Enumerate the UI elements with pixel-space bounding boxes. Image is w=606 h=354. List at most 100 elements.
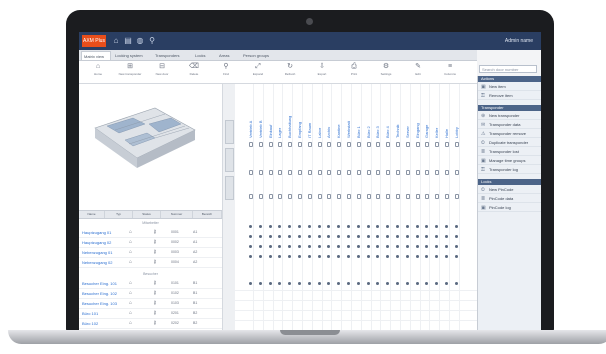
access-dot[interactable] — [347, 245, 350, 248]
access-dot[interactable] — [327, 255, 331, 258]
access-dot[interactable] — [415, 245, 419, 248]
access-dot[interactable] — [298, 225, 301, 228]
access-dot[interactable] — [396, 282, 399, 285]
access-dot[interactable] — [317, 225, 321, 228]
vertical-tab-2[interactable] — [225, 148, 234, 172]
access-dot[interactable] — [288, 235, 292, 238]
toolbar-button-6[interactable]: ↻ Refresh — [275, 62, 305, 82]
access-dot[interactable] — [435, 235, 439, 238]
access-dot[interactable] — [454, 255, 458, 258]
vertical-tab-3[interactable] — [225, 176, 234, 200]
access-dot[interactable] — [258, 235, 262, 238]
access-dot[interactable] — [454, 225, 458, 228]
access-dot[interactable] — [249, 235, 252, 238]
access-dot[interactable] — [268, 235, 272, 238]
access-dot[interactable] — [376, 235, 380, 238]
column-header[interactable]: Name — [79, 211, 105, 218]
access-dot[interactable] — [249, 282, 252, 285]
access-dot[interactable] — [298, 235, 301, 238]
access-dot[interactable] — [327, 235, 331, 238]
side-item[interactable]: New item ▣ — [478, 83, 541, 91]
access-dot[interactable] — [356, 235, 360, 238]
globe-icon[interactable]: ◍ — [135, 35, 145, 47]
access-dot[interactable] — [356, 225, 360, 228]
access-dot[interactable] — [307, 255, 311, 258]
access-dot[interactable] — [445, 282, 448, 285]
toolbar-button-11[interactable]: ≡ Columns — [435, 62, 465, 82]
access-dot[interactable] — [415, 235, 419, 238]
search-input[interactable]: Search door number — [479, 65, 537, 73]
access-dot[interactable] — [445, 225, 448, 228]
access-dot[interactable] — [307, 225, 311, 228]
access-dot[interactable] — [288, 255, 292, 258]
access-dot[interactable] — [405, 245, 409, 248]
document-icon[interactable]: ▤ — [123, 35, 133, 47]
row-name[interactable]: Hauptzugang 02 — [82, 238, 111, 247]
access-dot[interactable] — [278, 235, 282, 238]
access-dot[interactable] — [386, 282, 390, 285]
access-dot[interactable] — [298, 245, 301, 248]
access-dot[interactable] — [425, 235, 429, 238]
access-dot[interactable] — [268, 225, 272, 228]
vertical-tab-1[interactable] — [225, 120, 234, 144]
access-dot[interactable] — [405, 255, 409, 258]
access-dot[interactable] — [337, 235, 341, 238]
access-dot[interactable] — [445, 255, 448, 258]
access-dot[interactable] — [396, 245, 399, 248]
access-dot[interactable] — [347, 225, 350, 228]
toolbar-button-2[interactable]: ⊟ New door — [147, 62, 177, 82]
column-header[interactable]: Typ — [105, 211, 133, 218]
table-row[interactable]: Nebenzugang 01 ⌂ ⚷ 0003 A2 — [79, 248, 222, 258]
side-item[interactable]: PinCode data ≣ — [478, 195, 541, 203]
side-item[interactable]: Transponder remove ⚠ — [478, 130, 541, 138]
toolbar-button-8[interactable]: ⎙ Print — [339, 62, 369, 82]
user-name[interactable]: Admin name — [505, 36, 533, 46]
access-dot[interactable] — [425, 225, 429, 228]
access-dot[interactable] — [386, 245, 390, 248]
tab-1[interactable]: Locking system — [113, 51, 151, 60]
access-dot[interactable] — [258, 245, 262, 248]
app-logo[interactable]: AXM Plus — [82, 35, 106, 47]
table-row[interactable]: Hauptzugang 02 ⌂ ⚷ 0002 A1 — [79, 238, 222, 248]
access-dot[interactable] — [288, 282, 292, 285]
side-item[interactable]: PinCode log ▣ — [478, 204, 541, 212]
toolbar-button-7[interactable]: ⇩ Export — [307, 62, 337, 82]
column-header[interactable]: Bereich — [193, 211, 222, 218]
access-dot[interactable] — [327, 245, 331, 248]
access-dot[interactable] — [327, 225, 331, 228]
access-dot[interactable] — [356, 282, 360, 285]
side-item[interactable]: New transponder ⊕ — [478, 112, 541, 120]
access-dot[interactable] — [366, 245, 370, 248]
toolbar-button-1[interactable]: ⊞ New transponder — [115, 62, 145, 82]
home-icon[interactable]: ⌂ — [111, 35, 121, 47]
access-dot[interactable] — [347, 282, 350, 285]
access-dot[interactable] — [307, 235, 311, 238]
row-name[interactable]: Besucher Eing. 103 — [82, 299, 117, 308]
access-dot[interactable] — [415, 225, 419, 228]
access-dot[interactable] — [317, 282, 321, 285]
access-dot[interactable] — [317, 245, 321, 248]
toolbar-button-5[interactable]: ⤢ Expand — [243, 62, 273, 82]
tab-4[interactable]: Areas — [217, 51, 239, 60]
access-dot[interactable] — [435, 225, 439, 228]
access-dot[interactable] — [366, 282, 370, 285]
access-dot[interactable] — [327, 282, 331, 285]
access-dot[interactable] — [435, 255, 439, 258]
access-dot[interactable] — [337, 255, 341, 258]
row-name[interactable]: Büro 101 — [82, 309, 98, 318]
tab-5[interactable]: Person groups — [241, 51, 275, 60]
access-dot[interactable] — [366, 225, 370, 228]
access-dot[interactable] — [454, 245, 458, 248]
access-dot[interactable] — [435, 282, 439, 285]
access-dot[interactable] — [337, 282, 341, 285]
table-row[interactable]: Besucher Eing. 103 ⌂ ⚷ 0103 B1 — [79, 299, 222, 309]
access-dot[interactable] — [347, 235, 350, 238]
access-dot[interactable] — [268, 282, 272, 285]
access-dot[interactable] — [317, 255, 321, 258]
row-name[interactable]: Nebenzugang 02 — [82, 258, 112, 267]
tab-3[interactable]: Locks — [193, 51, 215, 60]
access-dot[interactable] — [258, 282, 262, 285]
building-3d-view[interactable] — [85, 88, 205, 188]
access-dot[interactable] — [337, 245, 341, 248]
access-dot[interactable] — [288, 245, 292, 248]
